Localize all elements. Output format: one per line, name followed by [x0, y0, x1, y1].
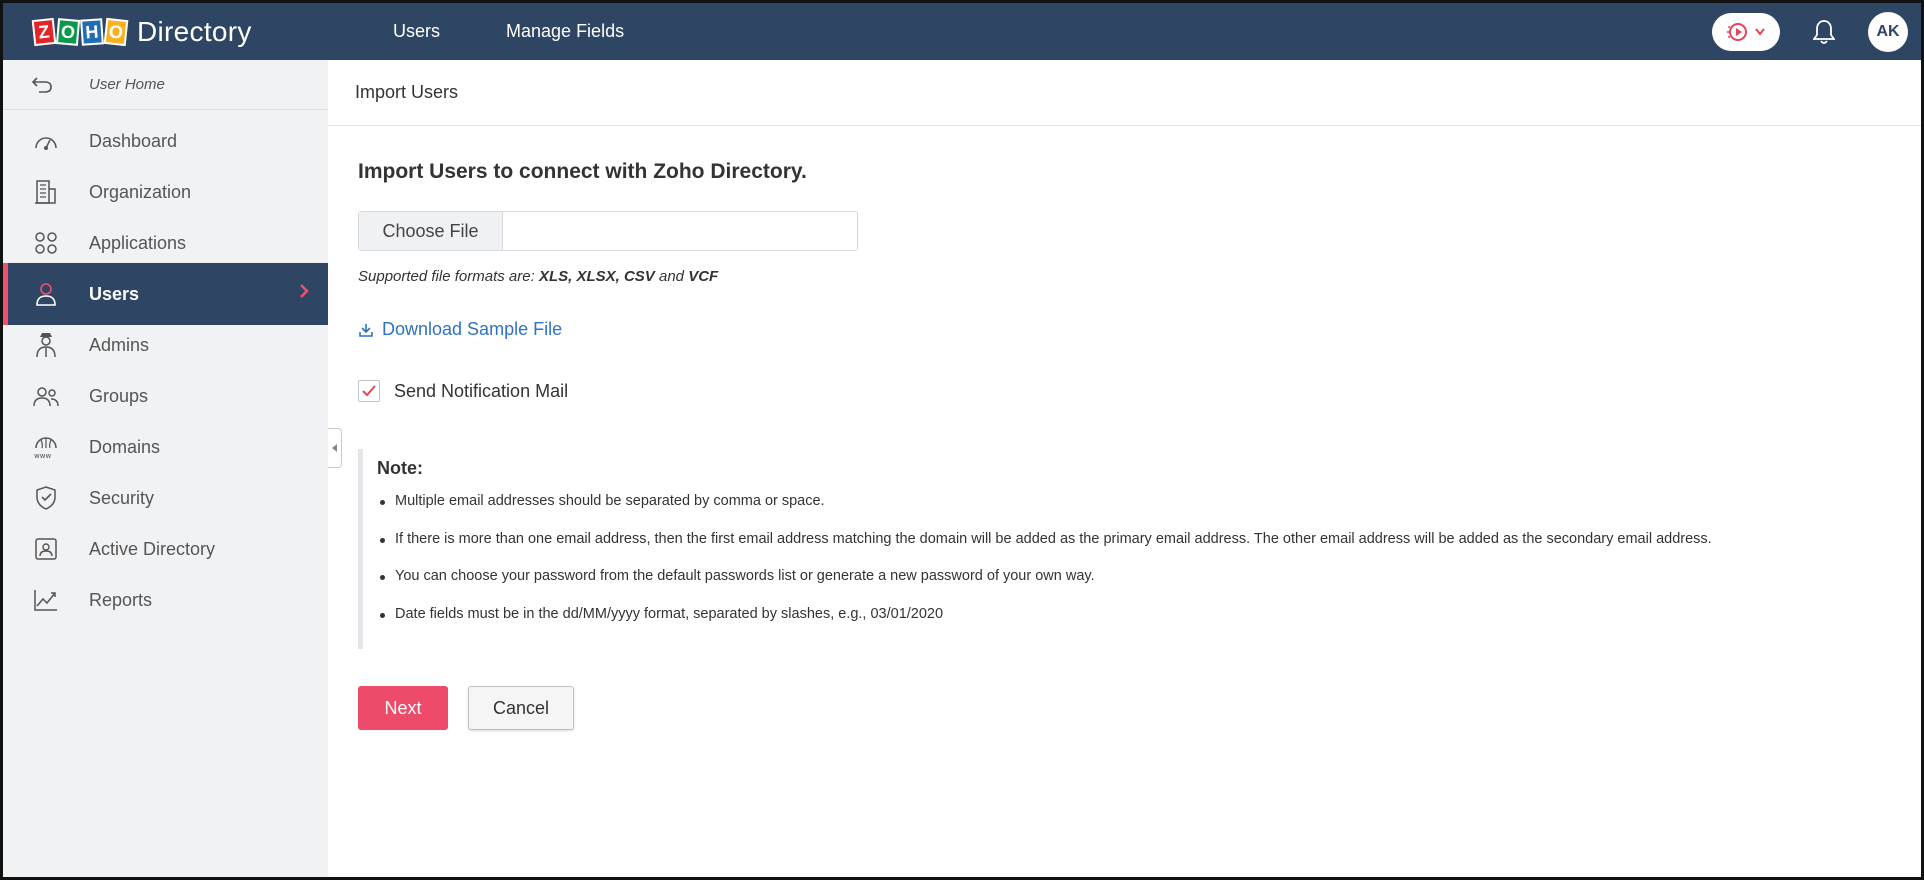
sidebar-item-reports[interactable]: Reports — [3, 569, 328, 631]
logo-letter: O — [55, 18, 81, 46]
recording-dropdown-button[interactable] — [1712, 13, 1780, 51]
topnav-manage-fields[interactable]: Manage Fields — [506, 21, 624, 42]
sidebar-item-label: Admins — [89, 334, 150, 355]
choose-file-button[interactable]: Choose File — [359, 212, 503, 250]
page-header: Import Users — [328, 60, 1921, 126]
user-icon — [29, 277, 63, 311]
shield-icon — [29, 481, 63, 515]
grid-icon — [29, 226, 63, 260]
note-item: If there is more than one email address,… — [377, 531, 1778, 569]
next-button[interactable]: Next — [358, 686, 448, 730]
zoho-logo-mark: Z O H O — [31, 17, 129, 47]
svg-text:www: www — [34, 452, 51, 459]
header-actions: AK — [1712, 12, 1908, 52]
app-window: Z O H O Directory Users Manage Fields AK — [0, 0, 1924, 880]
note-title: Note: — [377, 458, 423, 478]
logo-letter: H — [80, 18, 104, 46]
supported-formats-text: Supported file formats are: XLS, XLSX, C… — [358, 268, 718, 285]
product-name: Directory — [137, 16, 252, 47]
sidebar-item-label: Organization — [89, 181, 192, 202]
send-notification-checkbox[interactable] — [358, 380, 380, 402]
formats-last: VCF — [688, 268, 719, 285]
sidebar: User Home Dashboard Organization Applica… — [3, 60, 328, 877]
sidebar-item-label: Dashboard — [89, 130, 178, 151]
cancel-button[interactable]: Cancel — [468, 686, 574, 730]
sidebar-collapse-handle[interactable] — [328, 428, 342, 468]
note-item: You can choose your password from the de… — [377, 568, 1778, 606]
caret-left-icon — [331, 444, 337, 452]
back-arrow-icon — [31, 76, 52, 93]
id-card-icon — [29, 532, 63, 566]
sidebar-item-label: Reports — [89, 589, 153, 610]
logo-letter: O — [103, 17, 129, 47]
group-icon — [29, 379, 63, 413]
download-sample-label: Download Sample File — [382, 319, 563, 339]
topnav-users[interactable]: Users — [393, 21, 440, 42]
sidebar-user-home[interactable]: User Home — [3, 60, 328, 110]
top-nav: Users Manage Fields — [393, 3, 624, 60]
building-icon — [29, 175, 63, 209]
note-item: Multiple email addresses should be separ… — [377, 493, 1778, 531]
notification-bell-icon[interactable] — [1810, 13, 1838, 51]
sidebar-item-label: Security — [89, 487, 155, 508]
formats-and: and — [658, 268, 685, 285]
note-item: Date fields must be in the dd/MM/yyyy fo… — [377, 606, 1778, 644]
sidebar-item-label: Active Directory — [89, 538, 216, 559]
formats-list: XLS, XLSX, CSV — [538, 268, 655, 285]
formats-prefix: Supported file formats are: — [358, 268, 535, 285]
note-list: Multiple email addresses should be separ… — [377, 493, 1778, 643]
admin-icon — [29, 328, 63, 362]
file-picker[interactable]: Choose File — [358, 211, 858, 251]
page-title: Import Users — [355, 82, 459, 102]
user-avatar[interactable]: AK — [1868, 12, 1908, 52]
form-heading: Import Users to connect with Zoho Direct… — [358, 160, 807, 183]
send-notification-label: Send Notification Mail — [394, 380, 569, 401]
gauge-icon — [29, 124, 63, 158]
www-icon: www — [29, 430, 63, 464]
zoho-directory-logo[interactable]: Z O H O Directory — [31, 14, 252, 50]
checkmark-icon — [362, 385, 376, 397]
chevron-down-icon — [1755, 28, 1765, 36]
download-icon — [359, 323, 373, 337]
send-notification-option[interactable]: Send Notification Mail — [358, 380, 568, 402]
logo-letter: Z — [31, 17, 57, 47]
chart-icon — [29, 583, 63, 617]
sidebar-home-label: User Home — [89, 76, 165, 93]
play-record-icon — [1727, 23, 1747, 41]
note-box: Note: Multiple email addresses should be… — [358, 449, 1778, 649]
sidebar-item-label: Users — [89, 283, 140, 304]
sidebar-item-label: Applications — [89, 232, 187, 253]
chevron-right-icon — [300, 284, 309, 298]
top-bar: Z O H O Directory Users Manage Fields AK — [3, 3, 1921, 60]
sidebar-item-label: Domains — [89, 436, 161, 457]
sidebar-item-label: Groups — [89, 385, 149, 406]
download-sample-link[interactable]: Download Sample File — [358, 319, 562, 340]
